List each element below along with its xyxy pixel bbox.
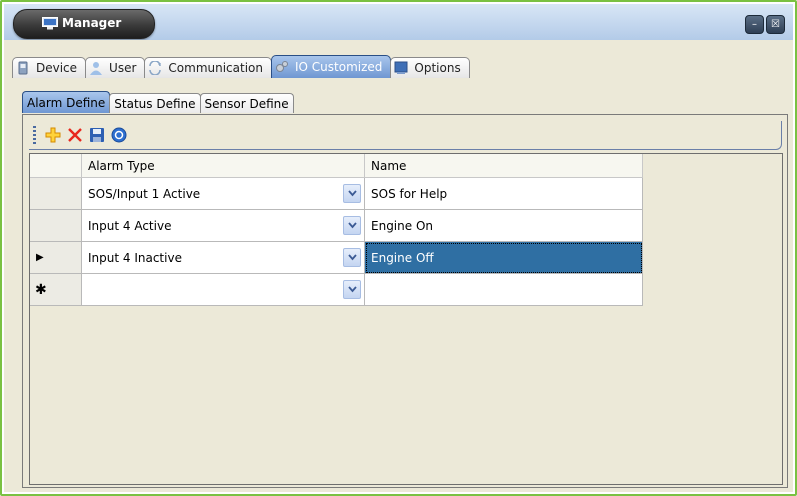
alarm-type-dropdown[interactable] (343, 280, 361, 299)
close-button[interactable]: ☒ (766, 15, 785, 34)
toolbar (29, 121, 782, 150)
options-icon (394, 61, 408, 74)
alarm-type-value: SOS/Input 1 Active (88, 186, 201, 201)
alarm-grid: Alarm Type Name SOS/Input 1 Active SOS f… (29, 153, 783, 485)
info-button[interactable] (108, 124, 130, 146)
alarm-type-dropdown[interactable] (343, 216, 361, 235)
app-window-frame: Manager – ☒ Device User Communication IO… (0, 0, 797, 496)
alarm-type-value: Input 4 Inactive (88, 250, 182, 265)
main-body: Device User Communication IO Customized … (4, 40, 793, 492)
alarm-type-cell[interactable] (82, 274, 365, 306)
save-button[interactable] (86, 124, 108, 146)
name-cell-selected[interactable]: Engine Off (365, 242, 643, 274)
row-indicator[interactable]: ▶ (30, 242, 82, 274)
tab-label: User (109, 61, 137, 75)
minimize-button[interactable]: – (745, 15, 764, 34)
chevron-down-icon (347, 254, 357, 261)
row-header-corner (30, 154, 82, 178)
alarm-define-panel: Alarm Type Name SOS/Input 1 Active SOS f… (22, 114, 788, 488)
tab-options[interactable]: Options (390, 57, 470, 78)
delete-icon (68, 128, 82, 142)
main-tab-strip: Device User Communication IO Customized … (12, 55, 470, 79)
tab-label: Options (414, 61, 461, 75)
table-row-new: ✱ (30, 274, 643, 306)
add-icon (45, 127, 61, 143)
chevron-down-icon (347, 222, 357, 229)
tab-io-customized[interactable]: IO Customized (271, 55, 392, 78)
table-row: Input 4 Active Engine On (30, 210, 643, 242)
column-header-alarm-type[interactable]: Alarm Type (82, 154, 365, 178)
tab-label: Device (36, 61, 78, 75)
delete-button[interactable] (64, 124, 86, 146)
new-row-indicator[interactable]: ✱ (30, 274, 82, 306)
alarm-type-dropdown[interactable] (343, 184, 361, 203)
alarm-type-value: Input 4 Active (88, 218, 172, 233)
grid-header-row: Alarm Type Name (30, 154, 643, 178)
tab-label: Communication (168, 61, 263, 75)
title-bar: Manager – ☒ (4, 4, 793, 40)
chevron-down-icon (347, 286, 357, 293)
window-title: Manager (62, 16, 122, 30)
tab-user[interactable]: User (85, 57, 146, 78)
tab-status-define[interactable]: Status Define (109, 93, 201, 113)
io-icon (276, 61, 288, 72)
tab-device[interactable]: Device (12, 57, 87, 78)
name-cell[interactable]: SOS for Help (365, 178, 643, 210)
add-button[interactable] (42, 124, 64, 146)
alarm-type-dropdown[interactable] (343, 248, 361, 267)
save-icon (90, 128, 104, 142)
device-icon (18, 61, 28, 75)
row-indicator[interactable] (30, 210, 82, 242)
row-indicator[interactable] (30, 178, 82, 210)
alarm-type-cell[interactable]: Input 4 Active (82, 210, 365, 242)
tab-communication[interactable]: Communication (144, 57, 272, 78)
monitor-icon (42, 17, 58, 30)
info-icon (111, 127, 127, 143)
tab-sensor-define[interactable]: Sensor Define (199, 93, 294, 113)
alarm-type-cell[interactable]: SOS/Input 1 Active (82, 178, 365, 210)
toolbar-grip[interactable] (33, 126, 36, 144)
communication-icon (149, 61, 162, 75)
column-header-name[interactable]: Name (365, 154, 643, 178)
tab-label: IO Customized (295, 60, 383, 74)
table-row: ▶ Input 4 Inactive Engine Off (30, 242, 643, 274)
name-cell[interactable] (365, 274, 643, 306)
user-icon (90, 62, 103, 75)
chevron-down-icon (347, 190, 357, 197)
table-row: SOS/Input 1 Active SOS for Help (30, 178, 643, 210)
tab-alarm-define[interactable]: Alarm Define (22, 91, 111, 113)
alarm-type-cell[interactable]: Input 4 Inactive (82, 242, 365, 274)
sub-tab-strip: Alarm Define Status Define Sensor Define (22, 91, 294, 113)
app-title-pill: Manager (13, 9, 155, 39)
name-cell[interactable]: Engine On (365, 210, 643, 242)
